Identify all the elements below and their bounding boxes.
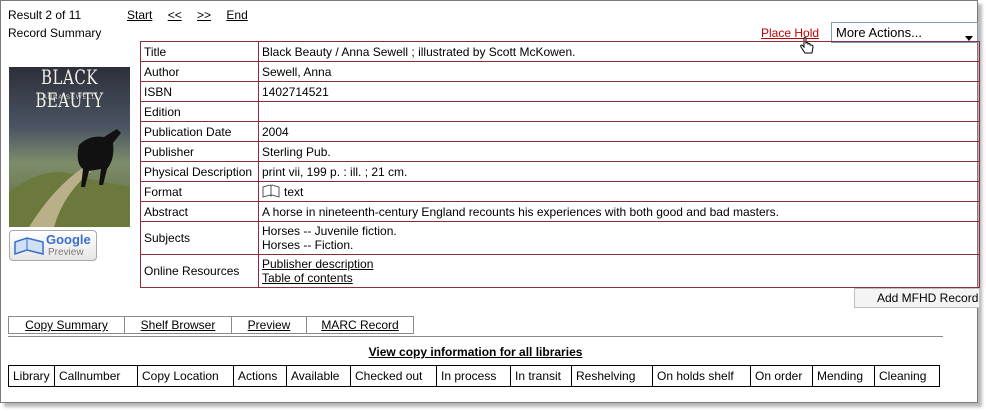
column-header-copy-location: Copy Location — [137, 365, 234, 387]
title-value: Black Beauty / Anna Sewell ; illustrated… — [258, 41, 980, 62]
record-details-table: Title Black Beauty / Anna Sewell ; illus… — [140, 41, 980, 288]
column-header-library: Library — [8, 365, 55, 387]
open-book-icon — [262, 184, 280, 198]
subject-item: Horses -- Juvenile fiction. — [262, 224, 397, 238]
subjects-cell: Horses -- Juvenile fiction. Horses -- Fi… — [258, 221, 980, 255]
column-header-actions: Actions — [233, 365, 287, 387]
copy-summary-header-row: Library Callnumber Copy Location Actions… — [8, 365, 940, 387]
google-preview-button[interactable]: Google Preview — [9, 230, 97, 261]
edition-value — [258, 101, 980, 122]
format-value: text — [284, 185, 304, 199]
table-row: Publication Date 2004 — [140, 121, 980, 142]
tab-marc-record[interactable]: MARC Record — [307, 317, 413, 333]
online-resources-label: Online Resources — [140, 254, 259, 288]
table-row: Title Black Beauty / Anna Sewell ; illus… — [140, 41, 980, 62]
publication-date-value: 2004 — [258, 121, 980, 142]
table-row: Author Sewell, Anna — [140, 61, 980, 82]
result-navigation: Start << >> End — [127, 8, 260, 22]
record-window: Result 2 of 11 Record Summary Start << >… — [0, 0, 980, 403]
edition-label: Edition — [140, 101, 259, 122]
column-header-cleaning: Cleaning — [874, 365, 940, 387]
format-label: Format — [140, 181, 259, 202]
tab-shelf-browser[interactable]: Shelf Browser — [125, 317, 232, 333]
title-label: Title — [140, 41, 259, 62]
column-header-on-order: On order — [750, 365, 813, 387]
author-label: Author — [140, 61, 259, 82]
column-header-reshelving: Reshelving — [571, 365, 653, 387]
column-header-in-process: In process — [436, 365, 511, 387]
column-header-checked-out: Checked out — [350, 365, 437, 387]
publication-date-label: Publication Date — [140, 121, 259, 142]
table-row: ISBN 1402714521 — [140, 81, 980, 102]
book-cover-image: BLACK BEAUTY ANNA SEWELL — [9, 67, 130, 227]
more-actions-value: More Actions... — [836, 25, 922, 40]
abstract-value: A horse in nineteenth-century England re… — [258, 201, 980, 222]
publisher-description-link[interactable]: Publisher description — [262, 257, 373, 271]
table-of-contents-link[interactable]: Table of contents — [262, 271, 353, 285]
tab-preview[interactable]: Preview — [232, 317, 307, 333]
add-mfhd-record-button[interactable]: Add MFHD Record — [854, 288, 980, 308]
view-all-libraries-link[interactable]: View copy information for all libraries — [8, 345, 943, 359]
nav-next-link[interactable]: >> — [197, 8, 211, 22]
table-row: Publisher Sterling Pub. — [140, 141, 980, 162]
google-preview-sublabel: Preview — [48, 247, 84, 258]
physical-description-label: Physical Description — [140, 161, 259, 182]
nav-previous-link[interactable]: << — [168, 8, 182, 22]
google-preview-label: Google — [46, 232, 91, 247]
format-cell: text — [258, 181, 980, 202]
table-row: Format text — [140, 181, 980, 202]
isbn-label: ISBN — [140, 81, 259, 102]
result-count: Result 2 of 11 — [8, 8, 82, 22]
record-summary-label: Record Summary — [8, 26, 102, 40]
record-tabs: Copy Summary Shelf Browser Preview MARC … — [8, 316, 414, 334]
physical-description-value: print vii, 199 p. : ill. ; 21 cm. — [258, 161, 980, 182]
publisher-label: Publisher — [140, 141, 259, 162]
abstract-label: Abstract — [140, 201, 259, 222]
column-header-available: Available — [286, 365, 351, 387]
nav-start-link[interactable]: Start — [127, 8, 152, 22]
column-header-callnumber: Callnumber — [54, 365, 138, 387]
table-row: Abstract A horse in nineteenth-century E… — [140, 201, 980, 222]
publisher-value: Sterling Pub. — [258, 141, 980, 162]
author-value: Sewell, Anna — [258, 61, 980, 82]
column-header-mending: Mending — [812, 365, 875, 387]
tab-copy-summary[interactable]: Copy Summary — [9, 317, 125, 333]
book-icon — [14, 237, 44, 256]
horse-illustration-icon — [9, 129, 130, 227]
table-row: Edition — [140, 101, 980, 122]
subjects-label: Subjects — [140, 221, 259, 255]
column-header-in-transit: In transit — [510, 365, 572, 387]
table-row: Online Resources Publisher description T… — [140, 254, 980, 288]
table-row: Physical Description print vii, 199 p. :… — [140, 161, 980, 182]
isbn-value: 1402714521 — [258, 81, 980, 102]
subject-item: Horses -- Fiction. — [262, 238, 354, 252]
table-row: Subjects Horses -- Juvenile fiction. Hor… — [140, 221, 980, 255]
column-header-on-holds-shelf: On holds shelf — [652, 365, 751, 387]
online-resources-cell: Publisher description Table of contents — [258, 254, 980, 288]
nav-end-link[interactable]: End — [226, 8, 247, 22]
more-actions-select[interactable]: More Actions... — [831, 22, 978, 43]
copy-summary-table: Library Callnumber Copy Location Actions… — [8, 365, 940, 387]
